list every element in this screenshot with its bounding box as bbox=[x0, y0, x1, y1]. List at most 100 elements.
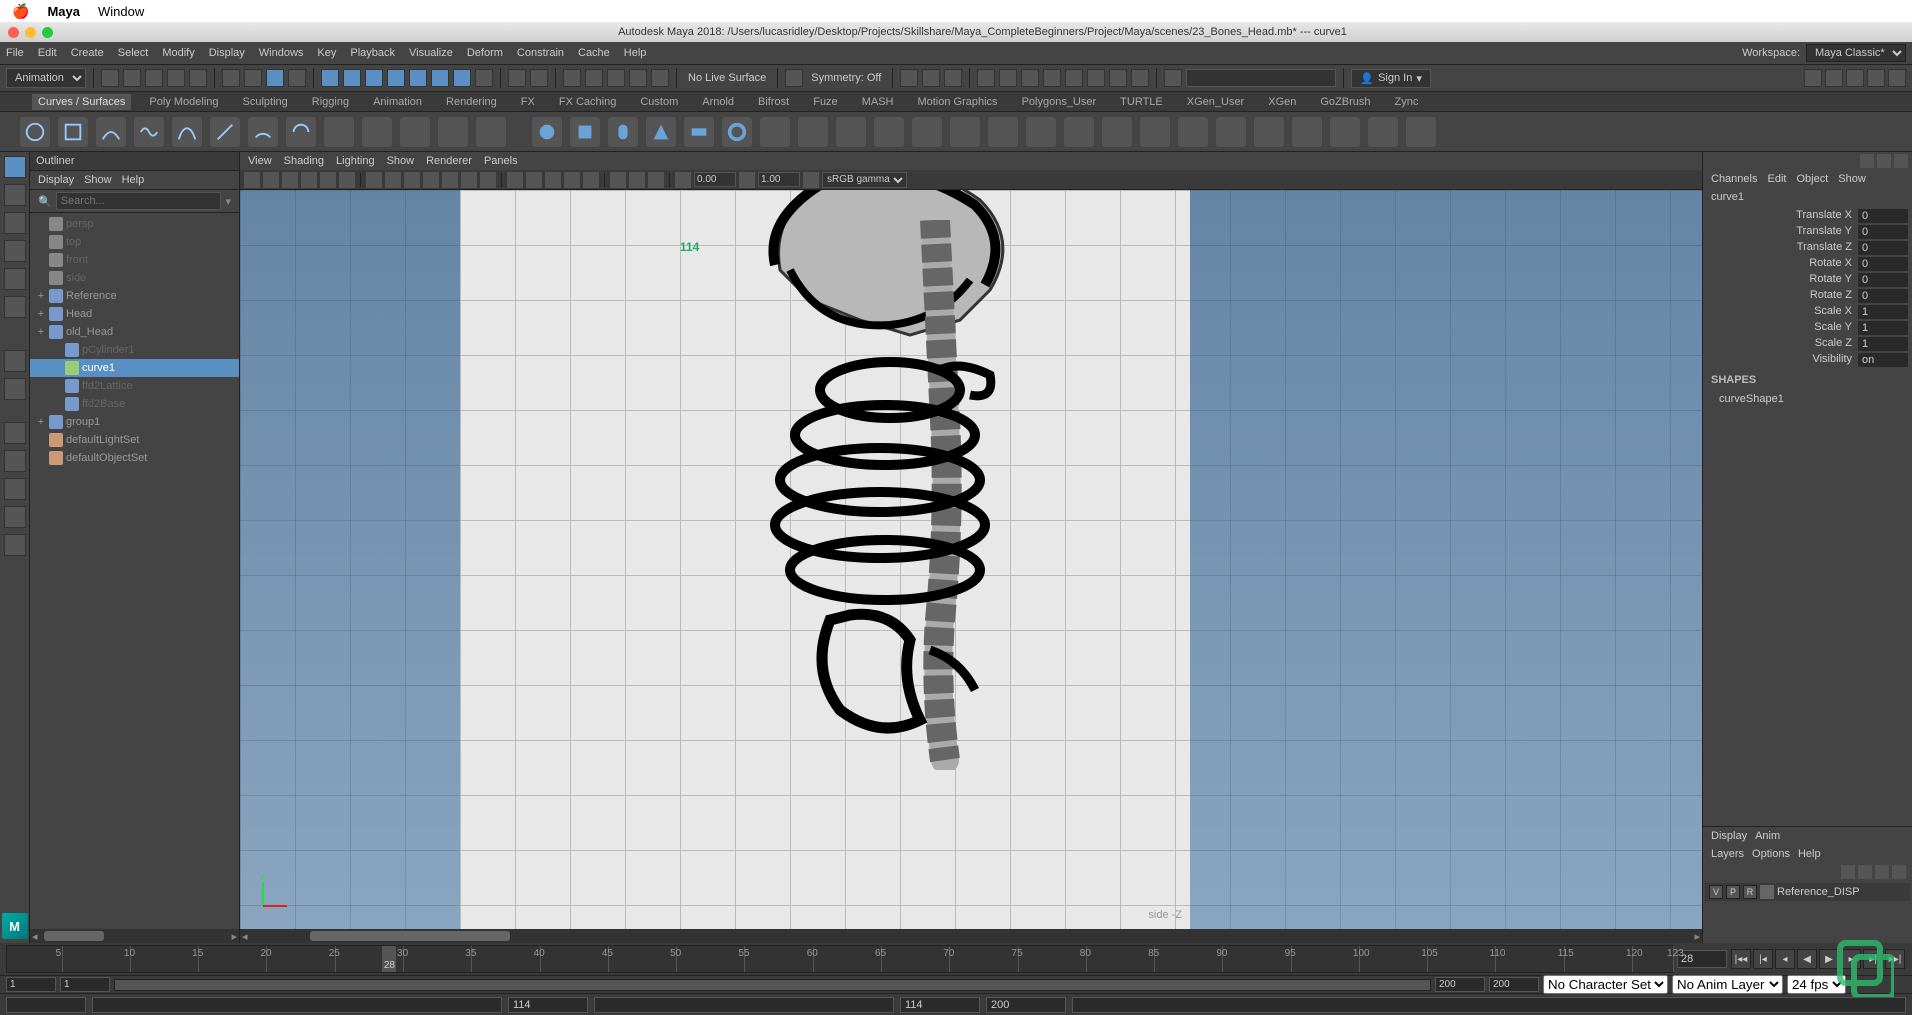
undo-icon[interactable] bbox=[167, 69, 185, 87]
maximize-window-icon[interactable] bbox=[42, 27, 53, 38]
menu-edit[interactable]: Edit bbox=[38, 47, 57, 59]
outliner-node-curve1[interactable]: curve1 bbox=[30, 359, 239, 377]
outliner-menu-help[interactable]: Help bbox=[122, 174, 145, 186]
signin-button[interactable]: 👤 Sign In ▾ bbox=[1351, 69, 1430, 88]
cb-tab-edit[interactable]: Edit bbox=[1767, 173, 1786, 185]
open-scene-icon[interactable] bbox=[123, 69, 141, 87]
vp-safe-action-icon[interactable] bbox=[461, 172, 477, 188]
panel-layout5-icon[interactable] bbox=[1065, 69, 1083, 87]
mac-menu-window[interactable]: Window bbox=[98, 4, 144, 19]
attach-curve-icon[interactable] bbox=[324, 117, 354, 147]
attach-surface-icon[interactable] bbox=[1216, 117, 1246, 147]
surface-edit-icon[interactable] bbox=[1406, 117, 1436, 147]
menu-create[interactable]: Create bbox=[71, 47, 104, 59]
outliner-node-ffd2lattice[interactable]: ffd2Lattice bbox=[30, 377, 239, 395]
channel-row[interactable]: Rotate Z0 bbox=[1703, 288, 1912, 304]
outliner-node-ffd2base[interactable]: ffd2Base bbox=[30, 395, 239, 413]
shelf-tab-curves[interactable]: Curves / Surfaces bbox=[32, 94, 131, 110]
outliner-node-old_head[interactable]: +old_Head bbox=[30, 323, 239, 341]
vp-2d-pan-icon[interactable] bbox=[320, 172, 336, 188]
new-scene-icon[interactable] bbox=[101, 69, 119, 87]
highlight-icon[interactable] bbox=[530, 69, 548, 87]
cb-btab-display[interactable]: Display bbox=[1711, 830, 1747, 842]
vp-isolate-icon[interactable] bbox=[610, 172, 626, 188]
scale-tool-icon[interactable] bbox=[4, 296, 26, 318]
channel-row[interactable]: Scale Z1 bbox=[1703, 336, 1912, 352]
trim-icon[interactable] bbox=[1140, 117, 1170, 147]
channel-row[interactable]: Translate X0 bbox=[1703, 208, 1912, 224]
outliner-search-input[interactable] bbox=[56, 192, 222, 210]
loft-icon[interactable] bbox=[798, 117, 828, 147]
shelf-tab-rigging[interactable]: Rigging bbox=[306, 94, 355, 110]
menu-cache[interactable]: Cache bbox=[578, 47, 610, 59]
layout-outliner-icon[interactable] bbox=[4, 534, 26, 556]
vp-textured-icon[interactable] bbox=[545, 172, 561, 188]
menu-constrain[interactable]: Constrain bbox=[517, 47, 564, 59]
ipr-render-icon[interactable] bbox=[922, 69, 940, 87]
cb-btab-anim[interactable]: Anim bbox=[1755, 830, 1780, 842]
outliner-scrollbar-h[interactable]: ◂▸ bbox=[30, 929, 239, 943]
viewport-scrollbar-h[interactable]: ◂▸ bbox=[240, 929, 1702, 943]
current-time-field[interactable] bbox=[1677, 950, 1727, 968]
command-input[interactable] bbox=[1186, 69, 1336, 87]
extrude-icon[interactable] bbox=[874, 117, 904, 147]
cb-tab-object[interactable]: Object bbox=[1796, 173, 1828, 185]
open-close-icon[interactable] bbox=[1292, 117, 1322, 147]
vp-use-lights-icon[interactable] bbox=[564, 172, 580, 188]
menu-playback[interactable]: Playback bbox=[350, 47, 395, 59]
snap-curve-icon[interactable] bbox=[343, 69, 361, 87]
lock-icon[interactable] bbox=[508, 69, 526, 87]
channel-value-field[interactable]: 0 bbox=[1858, 209, 1908, 223]
shelf-tab-mash[interactable]: MASH bbox=[856, 94, 900, 110]
vp-wireframe-icon[interactable] bbox=[507, 172, 523, 188]
vp-smooth-shade-icon[interactable] bbox=[526, 172, 542, 188]
channel-box-icon[interactable] bbox=[1888, 69, 1906, 87]
two-point-arc-icon[interactable] bbox=[286, 117, 316, 147]
apple-icon[interactable]: 🍎 bbox=[12, 3, 29, 20]
soft-select-icon[interactable] bbox=[4, 378, 26, 400]
expand-icon[interactable]: + bbox=[36, 308, 46, 320]
shelf-tab-motiongraphics[interactable]: Motion Graphics bbox=[911, 94, 1003, 110]
history-off-icon[interactable] bbox=[585, 69, 603, 87]
bezier-curve-icon[interactable] bbox=[172, 117, 202, 147]
snap-toggle-icon[interactable] bbox=[475, 69, 493, 87]
viewport-menu-panels[interactable]: Panels bbox=[484, 155, 518, 167]
bevel-icon[interactable] bbox=[1026, 117, 1056, 147]
outliner-node-pcylinder1[interactable]: pCylinder1 bbox=[30, 341, 239, 359]
channel-value-field[interactable]: 0 bbox=[1858, 225, 1908, 239]
go-to-start-icon[interactable]: |◂◂ bbox=[1731, 949, 1751, 969]
outliner-node-defaultobjectset[interactable]: defaultObjectSet bbox=[30, 449, 239, 467]
redo-icon[interactable] bbox=[189, 69, 207, 87]
step-back-frame-icon[interactable]: ◂ bbox=[1775, 949, 1795, 969]
outliner-menu-display[interactable]: Display bbox=[38, 174, 74, 186]
cb-object-name[interactable]: curve1 bbox=[1703, 188, 1912, 206]
layer-name-label[interactable]: Reference_DISP bbox=[1777, 886, 1860, 898]
move-tool-icon[interactable] bbox=[4, 240, 26, 262]
layout-two-h-icon[interactable] bbox=[4, 478, 26, 500]
outliner-node-defaultlightset[interactable]: defaultLightSet bbox=[30, 431, 239, 449]
lasso-tool-icon[interactable] bbox=[4, 184, 26, 206]
offset-curve-icon[interactable] bbox=[476, 117, 506, 147]
cb-shape-name[interactable]: curveShape1 bbox=[1703, 390, 1912, 408]
cb-layer-menu-options[interactable]: Options bbox=[1752, 848, 1790, 860]
vp-xray-icon[interactable] bbox=[629, 172, 645, 188]
render-settings-icon[interactable] bbox=[944, 69, 962, 87]
layer-new-empty-icon[interactable] bbox=[1875, 865, 1889, 879]
character-set-dropdown[interactable]: No Character Set bbox=[1543, 975, 1668, 994]
live-surface-label[interactable]: No Live Surface bbox=[688, 72, 766, 84]
menu-deform[interactable]: Deform bbox=[467, 47, 503, 59]
vp-imageplane-icon[interactable] bbox=[301, 172, 317, 188]
mac-menubar[interactable]: 🍎 Maya Window bbox=[0, 0, 1912, 22]
vp-resolution-gate-icon[interactable] bbox=[404, 172, 420, 188]
outliner-node-side[interactable]: side bbox=[30, 269, 239, 287]
channel-row[interactable]: Scale Y1 bbox=[1703, 320, 1912, 336]
shelf-tab-bifrost[interactable]: Bifrost bbox=[752, 94, 795, 110]
step-back-key-icon[interactable]: |◂ bbox=[1753, 949, 1773, 969]
vp-exposure-field[interactable] bbox=[694, 172, 736, 187]
outliner-node-persp[interactable]: persp bbox=[30, 215, 239, 233]
channel-value-field[interactable]: 1 bbox=[1858, 337, 1908, 351]
project-curve-icon[interactable] bbox=[1064, 117, 1094, 147]
nurbs-square-icon[interactable] bbox=[58, 117, 88, 147]
history-toggle-icon[interactable] bbox=[607, 69, 625, 87]
vp-viewtransform-icon[interactable] bbox=[803, 172, 819, 188]
